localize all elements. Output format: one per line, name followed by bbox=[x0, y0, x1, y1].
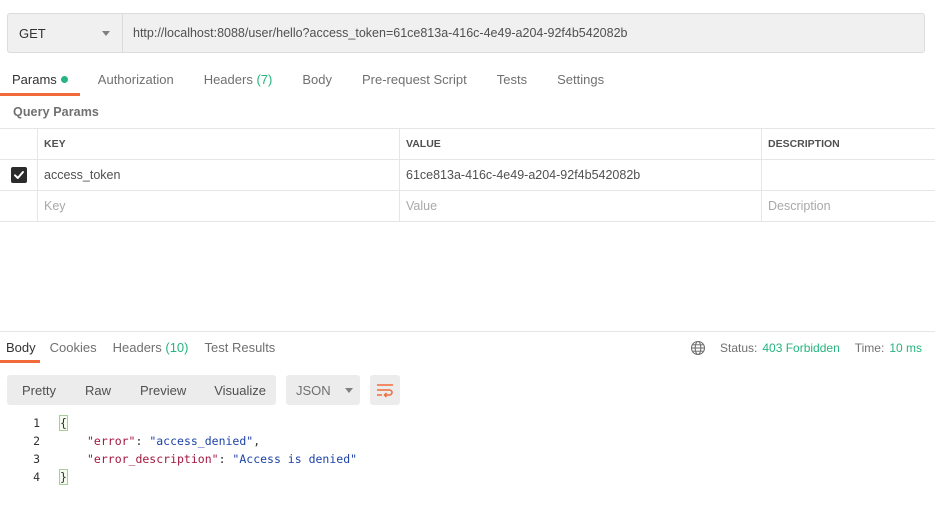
code-text: } bbox=[59, 469, 68, 485]
code-text: { bbox=[59, 415, 68, 431]
view-mode-group: Pretty Raw Preview Visualize bbox=[7, 375, 276, 405]
line-number: 2 bbox=[33, 434, 40, 448]
response-tab-body-label: Body bbox=[6, 340, 36, 355]
response-tab-headers-count: (10) bbox=[165, 340, 189, 355]
tab-body[interactable]: Body bbox=[302, 64, 332, 96]
tab-authorization-label: Authorization bbox=[97, 72, 174, 87]
row-checkbox-cell bbox=[0, 160, 38, 190]
header-description: DESCRIPTION bbox=[768, 138, 840, 150]
tab-params[interactable]: Params bbox=[0, 64, 80, 96]
chevron-down-icon bbox=[344, 387, 353, 393]
status-label: Status: bbox=[720, 341, 758, 355]
response-status: Status: 403 Forbidden Time: 10 ms bbox=[690, 340, 922, 356]
params-header-row: KEY VALUE DESCRIPTION bbox=[0, 129, 935, 160]
status-value[interactable]: 403 Forbidden bbox=[762, 341, 839, 355]
tab-pre-request-script-label: Pre-request Script bbox=[361, 72, 467, 87]
params-table: KEY VALUE DESCRIPTION access_token 61ce8… bbox=[0, 128, 935, 222]
json-colon: : bbox=[135, 434, 150, 448]
param-value-cell[interactable]: 61ce813a-416c-4e49-a204-92f4b542082b bbox=[400, 160, 762, 190]
response-body-viewer[interactable]: 1 { 2 "error": "access_denied", 3 "error… bbox=[0, 414, 357, 486]
json-value: "access_denied" bbox=[149, 434, 254, 448]
method-select[interactable]: GET bbox=[8, 14, 123, 52]
code-line: 1 { bbox=[0, 414, 357, 432]
tab-tests[interactable]: Tests bbox=[497, 64, 527, 96]
wrap-lines-icon bbox=[377, 384, 393, 398]
view-raw-button[interactable]: Raw bbox=[85, 375, 111, 405]
code-line: 4 } bbox=[0, 468, 357, 486]
response-tabs: Body Cookies Headers (10) Test Results bbox=[0, 333, 291, 363]
url-input[interactable] bbox=[123, 14, 924, 52]
response-tab-body[interactable]: Body bbox=[0, 333, 40, 363]
line-number: 3 bbox=[33, 452, 40, 466]
response-divider bbox=[0, 331, 935, 332]
code-line: 3 "error_description": "Access is denied… bbox=[0, 450, 357, 468]
tab-headers-label: Headers bbox=[203, 72, 253, 87]
new-value-input[interactable]: Value bbox=[400, 191, 762, 221]
tab-authorization[interactable]: Authorization bbox=[98, 64, 174, 96]
tab-headers-count: (7) bbox=[256, 72, 273, 87]
params-indicator-dot bbox=[60, 76, 68, 83]
new-description-input[interactable]: Description bbox=[762, 191, 935, 221]
chevron-down-icon bbox=[102, 30, 110, 36]
header-key: KEY bbox=[38, 129, 400, 159]
json-key: "error" bbox=[87, 434, 136, 448]
table-row-new: Key Value Description bbox=[0, 191, 935, 222]
query-params-heading: Query Params bbox=[13, 105, 99, 119]
new-row-checkbox-cell bbox=[0, 191, 38, 221]
method-label: GET bbox=[19, 25, 46, 41]
json-value: "Access is denied" bbox=[232, 452, 358, 466]
tab-pre-request-script[interactable]: Pre-request Script bbox=[362, 64, 467, 96]
header-value: VALUE bbox=[400, 129, 762, 159]
response-tab-cookies-label: Cookies bbox=[49, 340, 97, 355]
json-colon: : bbox=[218, 452, 233, 466]
request-tabs: Params Authorization Headers (7) Body Pr… bbox=[0, 64, 634, 96]
tab-settings[interactable]: Settings bbox=[557, 64, 604, 96]
tab-body-label: Body bbox=[302, 72, 332, 87]
tab-headers[interactable]: Headers (7) bbox=[204, 64, 273, 96]
tab-settings-label: Settings bbox=[557, 72, 605, 87]
checkmark-icon bbox=[13, 171, 24, 179]
param-description-cell[interactable] bbox=[762, 160, 935, 190]
table-row: access_token 61ce813a-416c-4e49-a204-92f… bbox=[0, 160, 935, 191]
response-tab-test-results[interactable]: Test Results bbox=[205, 333, 276, 363]
tab-params-label: Params bbox=[12, 72, 57, 87]
wrap-lines-button[interactable] bbox=[370, 375, 400, 405]
format-select[interactable]: JSON bbox=[286, 375, 360, 405]
json-key: "error_description" bbox=[87, 452, 219, 466]
tab-tests-label: Tests bbox=[496, 72, 528, 87]
globe-icon[interactable] bbox=[690, 340, 706, 356]
view-preview-button[interactable]: Preview bbox=[140, 375, 186, 405]
code-text: "error": "access_denied", bbox=[87, 434, 260, 448]
param-key-cell[interactable]: access_token bbox=[38, 160, 400, 190]
code-text: "error_description": "Access is denied" bbox=[87, 452, 357, 466]
json-comma: , bbox=[253, 434, 261, 448]
response-tab-headers[interactable]: Headers (10) bbox=[113, 333, 189, 363]
response-tab-test-results-label: Test Results bbox=[204, 340, 276, 355]
format-select-label: JSON bbox=[296, 382, 331, 398]
param-enabled-checkbox[interactable] bbox=[10, 167, 27, 183]
response-tab-headers-label: Headers bbox=[112, 340, 162, 355]
time-label: Time: bbox=[854, 341, 885, 355]
line-number: 1 bbox=[33, 416, 40, 430]
request-bar: GET bbox=[7, 13, 925, 53]
code-line: 2 "error": "access_denied", bbox=[0, 432, 357, 450]
view-pretty-button[interactable]: Pretty bbox=[22, 375, 56, 405]
new-key-input[interactable]: Key bbox=[38, 191, 400, 221]
response-tab-cookies[interactable]: Cookies bbox=[50, 333, 97, 363]
view-visualize-button[interactable]: Visualize bbox=[214, 375, 266, 405]
line-number: 4 bbox=[33, 470, 40, 484]
header-select-cell bbox=[0, 129, 38, 159]
time-value[interactable]: 10 ms bbox=[889, 341, 922, 355]
